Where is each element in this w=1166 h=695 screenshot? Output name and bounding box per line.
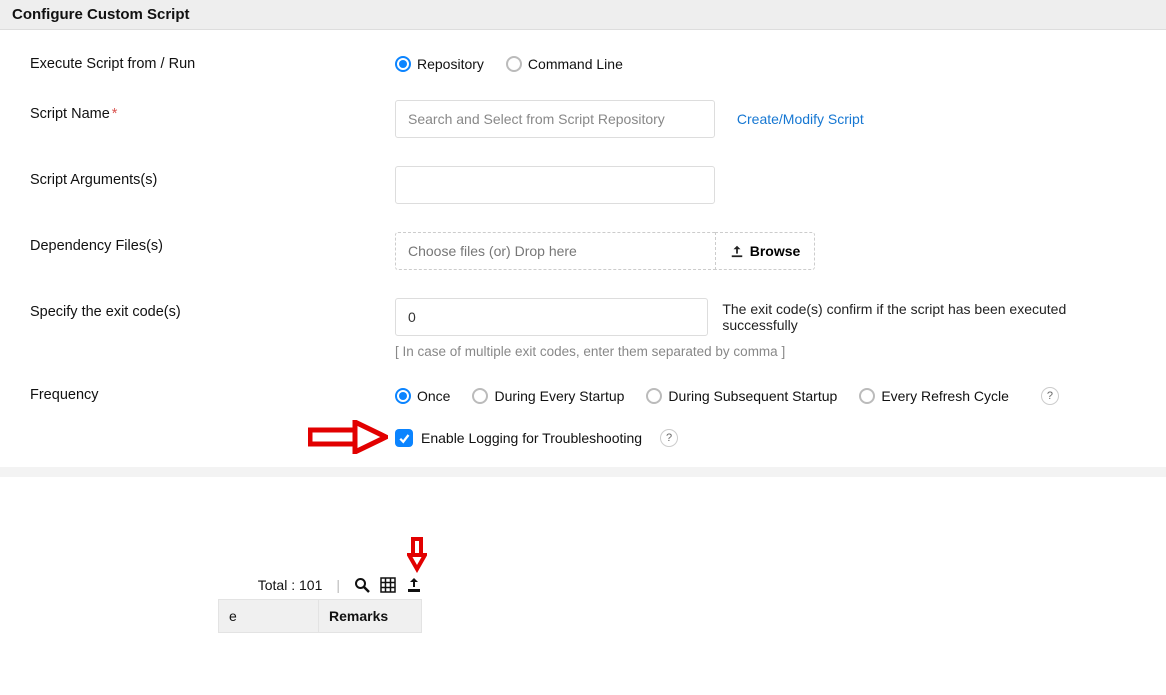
freq-help-icon[interactable]: ?	[1041, 387, 1059, 405]
annotation-arrow-down-icon	[407, 537, 427, 573]
radio-refresh-label: Every Refresh Cycle	[881, 388, 1009, 404]
upload-icon	[730, 244, 744, 258]
label-exit: Specify the exit code(s)	[30, 298, 395, 320]
label-freq: Frequency	[30, 381, 395, 403]
radio-repository-label: Repository	[417, 56, 484, 72]
radio-cmdline[interactable]: Command Line	[506, 56, 623, 72]
enable-logging-checkbox[interactable]	[395, 429, 413, 447]
radio-repository-input[interactable]	[395, 56, 411, 72]
logging-help-icon[interactable]: ?	[660, 429, 678, 447]
browse-button[interactable]: Browse	[715, 232, 815, 270]
radio-refresh[interactable]: Every Refresh Cycle	[859, 388, 1009, 404]
create-modify-script-link[interactable]: Create/Modify Script	[737, 103, 864, 127]
enable-logging-label: Enable Logging for Troubleshooting	[421, 430, 642, 446]
page-title: Configure Custom Script	[12, 6, 190, 23]
radio-cmdline-input[interactable]	[506, 56, 522, 72]
lower-fragment: Total : 101 | e Remarks	[0, 577, 1166, 677]
file-dropzone[interactable]: Choose files (or) Drop here	[395, 232, 715, 270]
required-mark: *	[112, 106, 118, 122]
row-args: Script Arguments(s)	[30, 166, 1136, 204]
config-form: Execute Script from / Run Repository Com…	[0, 30, 1166, 477]
grid-icon[interactable]	[380, 577, 396, 593]
radio-subsequent[interactable]: During Subsequent Startup	[646, 388, 837, 404]
radio-startup-input[interactable]	[472, 388, 488, 404]
search-icon[interactable]	[354, 577, 370, 593]
exit-code-input[interactable]	[395, 298, 708, 336]
export-icon[interactable]	[406, 577, 422, 593]
label-run-from: Execute Script from / Run	[30, 50, 395, 72]
radio-once-label: Once	[417, 388, 450, 404]
radio-cmdline-label: Command Line	[528, 56, 623, 72]
page-header: Configure Custom Script	[0, 0, 1166, 30]
radio-once-input[interactable]	[395, 388, 411, 404]
column-e[interactable]: e	[219, 600, 319, 632]
script-name-input[interactable]	[395, 100, 715, 138]
row-logging: Enable Logging for Troubleshooting ?	[395, 429, 1136, 447]
separator: |	[332, 577, 344, 593]
radio-refresh-input[interactable]	[859, 388, 875, 404]
radio-startup[interactable]: During Every Startup	[472, 388, 624, 404]
browse-button-label: Browse	[750, 243, 801, 259]
row-run-from: Execute Script from / Run Repository Com…	[30, 50, 1136, 72]
total-count: Total : 101	[258, 577, 323, 593]
row-deps: Dependency Files(s) Choose files (or) Dr…	[30, 232, 1136, 270]
annotation-arrow-right-icon	[308, 420, 388, 454]
label-deps: Dependency Files(s)	[30, 232, 395, 254]
label-script-name: Script Name*	[30, 100, 395, 122]
row-script-name: Script Name* Create/Modify Script	[30, 100, 1136, 138]
script-args-input[interactable]	[395, 166, 715, 204]
radio-startup-label: During Every Startup	[494, 388, 624, 404]
exit-code-subhint: [ In case of multiple exit codes, enter …	[395, 344, 1136, 359]
grid-header: e Remarks	[218, 599, 422, 633]
radio-once[interactable]: Once	[395, 388, 450, 404]
row-freq: Frequency Once During Every Startup Duri…	[30, 381, 1136, 405]
exit-code-hint: The exit code(s) confirm if the script h…	[722, 301, 1136, 333]
label-args: Script Arguments(s)	[30, 166, 395, 188]
radio-subsequent-input[interactable]	[646, 388, 662, 404]
totals-row: Total : 101 |	[218, 577, 422, 599]
column-remarks[interactable]: Remarks	[319, 600, 421, 632]
row-exit: Specify the exit code(s) The exit code(s…	[30, 298, 1136, 359]
radio-repository[interactable]: Repository	[395, 56, 484, 72]
radio-subsequent-label: During Subsequent Startup	[668, 388, 837, 404]
check-icon	[398, 432, 410, 444]
